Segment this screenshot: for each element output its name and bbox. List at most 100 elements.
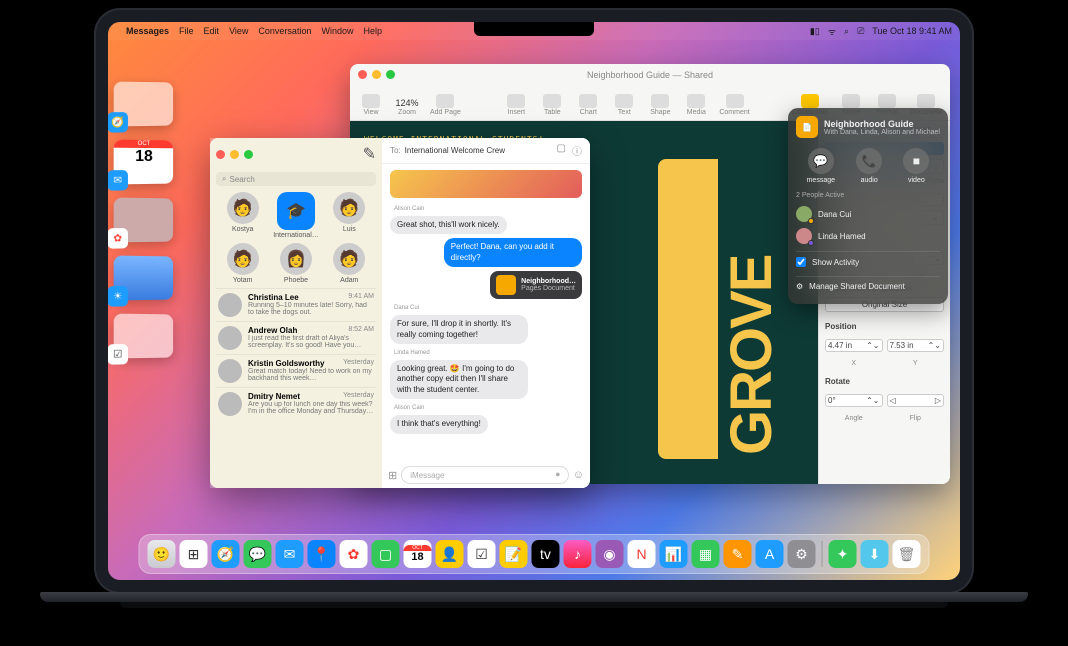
dock-settings[interactable]: ⚙︎ bbox=[788, 540, 816, 568]
menu-help[interactable]: Help bbox=[363, 26, 382, 36]
search-icon[interactable]: ⌕ bbox=[844, 26, 849, 37]
message-in[interactable]: Looking great. 🤩 I'm going to do another… bbox=[390, 360, 528, 399]
search-field[interactable]: ⌕Search bbox=[216, 172, 376, 186]
tb-media[interactable]: Media bbox=[683, 94, 709, 116]
tb-insert[interactable]: Insert bbox=[503, 94, 529, 116]
message-in[interactable]: I think that's everything! bbox=[390, 415, 488, 433]
dock-tv[interactable]: tv bbox=[532, 540, 560, 568]
dock-finder[interactable]: 🙂 bbox=[148, 540, 176, 568]
dock-reminders[interactable]: ☑︎ bbox=[468, 540, 496, 568]
tb-comment[interactable]: Comment bbox=[719, 94, 749, 116]
conversation-row[interactable]: Kristin GoldsworthyYesterdayGreat match … bbox=[216, 354, 376, 387]
dock-music[interactable]: ♪ bbox=[564, 540, 592, 568]
stage-app-mail[interactable]: OCT 18 ✉︎ bbox=[114, 140, 173, 185]
dock-news[interactable]: N bbox=[628, 540, 656, 568]
stage-app-weather[interactable]: ☀︎ bbox=[114, 256, 173, 301]
fullscreen-button[interactable] bbox=[244, 150, 253, 159]
desktop: Messages File Edit View Conversation Win… bbox=[108, 22, 960, 580]
show-activity-row[interactable]: Show Activity bbox=[796, 251, 940, 272]
dock-pages[interactable]: ✎ bbox=[724, 540, 752, 568]
stage-app-photos[interactable]: ✿ bbox=[114, 198, 173, 243]
dock-facetime[interactable]: ▢ bbox=[372, 540, 400, 568]
dock-launchpad[interactable]: ⊞ bbox=[180, 540, 208, 568]
apps-icon[interactable]: ⊞ bbox=[388, 469, 397, 482]
dock-maps[interactable]: 📍 bbox=[308, 540, 336, 568]
conversation-row[interactable]: Andrew Olah8:52 AMI just read the first … bbox=[216, 321, 376, 354]
tb-table[interactable]: Table bbox=[539, 94, 565, 116]
dock-trash[interactable]: 🗑 bbox=[893, 540, 921, 568]
x-field[interactable]: 4.47 in⌃⌄ bbox=[825, 339, 883, 352]
manage-shared-row[interactable]: ⚙︎Manage Shared Document bbox=[796, 276, 940, 296]
compose-input[interactable]: iMessage⏺ bbox=[401, 466, 569, 484]
pages-attachment[interactable]: Neighborhood…Pages Document bbox=[490, 271, 582, 299]
show-activity-checkbox[interactable] bbox=[796, 257, 806, 267]
info-icon[interactable]: ⓘ bbox=[572, 143, 582, 158]
tb-view[interactable]: View bbox=[358, 94, 384, 116]
dock-freeform[interactable]: ✦ bbox=[829, 540, 857, 568]
dock-downloads[interactable]: ⬇︎ bbox=[861, 540, 889, 568]
photo-attachment[interactable] bbox=[390, 170, 582, 198]
emoji-icon[interactable]: ☺ bbox=[573, 469, 584, 481]
conversation-list: Christina Lee9:41 AMRunning 5–10 minutes… bbox=[210, 284, 382, 488]
dock-messages[interactable]: 💬 bbox=[244, 540, 272, 568]
participant-row[interactable]: Dana Cui bbox=[796, 203, 940, 225]
battery-icon[interactable]: ▮▯ bbox=[810, 26, 820, 37]
compose-button[interactable]: ✎ bbox=[363, 144, 376, 164]
stage-app-safari[interactable]: 🧭 bbox=[114, 82, 173, 127]
menu-edit[interactable]: Edit bbox=[204, 26, 220, 36]
tb-zoom[interactable]: 124%Zoom bbox=[394, 98, 420, 116]
message-in[interactable]: For sure, I'll drop it in shortly. It's … bbox=[390, 315, 528, 344]
message-out[interactable]: Perfect! Dana, can you add it directly? bbox=[444, 238, 582, 267]
pinned-kostya[interactable]: 🧑Kostya bbox=[218, 192, 267, 239]
dock-appstore[interactable]: A bbox=[756, 540, 784, 568]
close-button[interactable] bbox=[216, 150, 225, 159]
dock-separator bbox=[822, 541, 823, 567]
wifi-icon[interactable]: ᯤ bbox=[828, 25, 836, 38]
dock-calendar[interactable]: OCT18 bbox=[404, 540, 432, 568]
menu-conversation[interactable]: Conversation bbox=[258, 26, 311, 36]
clock[interactable]: Tue Oct 18 9:41 AM bbox=[872, 26, 952, 36]
tb-text[interactable]: Text bbox=[611, 94, 637, 116]
dictation-icon[interactable]: ⏺ bbox=[556, 470, 560, 480]
participant-row[interactable]: Linda Hamed bbox=[796, 225, 940, 247]
control-center-icon[interactable]: ⎚ bbox=[857, 26, 864, 37]
audio-button[interactable]: 📞audio bbox=[856, 148, 882, 184]
dock-podcasts[interactable]: ◉ bbox=[596, 540, 624, 568]
app-menu[interactable]: Messages bbox=[126, 26, 169, 36]
minimize-button[interactable] bbox=[230, 150, 239, 159]
stage-app-reminders[interactable]: ☑︎ bbox=[114, 314, 173, 359]
dock-numbers[interactable]: ▦ bbox=[692, 540, 720, 568]
flip-buttons[interactable]: ◁▷ bbox=[887, 394, 945, 407]
menu-window[interactable]: Window bbox=[321, 26, 353, 36]
facetime-icon[interactable]: ▢ bbox=[557, 143, 566, 158]
conversation-row[interactable]: Christina Lee9:41 AMRunning 5–10 minutes… bbox=[216, 288, 376, 321]
dock-photos[interactable]: ✿ bbox=[340, 540, 368, 568]
tb-add-page[interactable]: Add Page bbox=[430, 94, 461, 116]
y-field[interactable]: 7.53 in⌃⌄ bbox=[887, 339, 945, 352]
tb-chart[interactable]: Chart bbox=[575, 94, 601, 116]
dock-mail[interactable]: ✉︎ bbox=[276, 540, 304, 568]
dock-contacts[interactable]: 👤 bbox=[436, 540, 464, 568]
sender-label: Dana Cui bbox=[394, 305, 582, 311]
pinned-yotam[interactable]: 🧑Yotam bbox=[218, 243, 267, 284]
message-in[interactable]: Great shot, this'll work nicely. bbox=[390, 216, 507, 234]
messages-window: ✎ ⌕Search 🧑Kostya 🎓International… 🧑Luis … bbox=[210, 138, 590, 488]
message-button[interactable]: 💬message bbox=[807, 148, 835, 184]
video-button[interactable]: ■video bbox=[903, 148, 929, 184]
tb-shape[interactable]: Shape bbox=[647, 94, 673, 116]
conversation-row[interactable]: Dmitry NemetYesterdayAre you up for lunc… bbox=[216, 387, 376, 420]
angle-field[interactable]: 0°⌃⌄ bbox=[825, 394, 883, 407]
pinned-adam[interactable]: 🧑Adam bbox=[325, 243, 374, 284]
dock-notes[interactable]: 📝 bbox=[500, 540, 528, 568]
menu-view[interactable]: View bbox=[229, 26, 248, 36]
phone-icon: 📞 bbox=[856, 148, 882, 174]
laptop-base bbox=[0, 592, 1068, 630]
to-field[interactable]: To:International Welcome Crew ▢ⓘ bbox=[382, 138, 590, 164]
dock-safari[interactable]: 🧭 bbox=[212, 540, 240, 568]
message-icon: 💬 bbox=[808, 148, 834, 174]
pinned-luis[interactable]: 🧑Luis bbox=[325, 192, 374, 239]
dock-keynote[interactable]: 📊 bbox=[660, 540, 688, 568]
pinned-phoebe[interactable]: 👩Phoebe bbox=[271, 243, 320, 284]
menu-file[interactable]: File bbox=[179, 26, 194, 36]
pinned-international[interactable]: 🎓International… bbox=[271, 192, 320, 239]
